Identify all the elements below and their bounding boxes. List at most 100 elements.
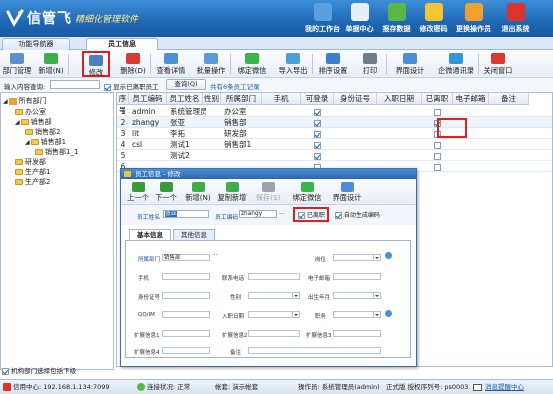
top-button-exit[interactable]: 退出系统: [497, 2, 534, 36]
column-header[interactable]: 电子邮箱: [453, 93, 489, 105]
tree-item[interactable]: 销售部1_1: [35, 148, 78, 157]
cell-resigned[interactable]: [422, 106, 453, 117]
tree-item[interactable]: 销售部2: [25, 128, 60, 137]
toolbar-button-batch[interactable]: 批量操作: [194, 51, 228, 77]
table-row[interactable]: 3 lit 李拓 研发部: [117, 128, 552, 139]
query-button[interactable]: 查询(Q): [166, 79, 206, 90]
cell-login[interactable]: [301, 128, 334, 139]
toolbar-button-sort[interactable]: 排序设置: [316, 51, 350, 77]
column-header[interactable]: 可登录: [301, 93, 334, 105]
top-button-lock[interactable]: 修改密码: [415, 2, 452, 36]
top-button-save-data[interactable]: 报存数据: [378, 2, 415, 36]
top-button-user[interactable]: 更换操作员: [455, 2, 492, 36]
dialog-button-add[interactable]: 新增(N): [183, 180, 213, 204]
search-input[interactable]: [50, 80, 100, 89]
position-select[interactable]: [333, 254, 381, 261]
duty-select[interactable]: [333, 311, 381, 318]
email-input[interactable]: [333, 273, 381, 280]
remark-input[interactable]: [248, 347, 381, 354]
toolbar-button-import-export[interactable]: 导入导出: [276, 51, 310, 77]
include-sub-checkbox[interactable]: 机构部门选择包括下级: [2, 365, 76, 375]
toolbar-button-close-window[interactable]: 关闭窗口: [480, 51, 516, 77]
column-header[interactable]: 已离职: [422, 93, 453, 105]
table-row[interactable]: 1 admin 系统管理员 办公室: [117, 106, 552, 117]
cell-login[interactable]: [301, 150, 334, 161]
toolbar-button-department[interactable]: 部门管理: [2, 51, 32, 77]
cell-resigned[interactable]: [422, 161, 453, 172]
tab-other-info[interactable]: 其他信息: [173, 229, 215, 240]
dialog-button-prev[interactable]: 上一个: [125, 180, 151, 204]
toolbar-button-print[interactable]: 打印: [356, 51, 384, 77]
column-header[interactable]: 身份证号: [334, 93, 377, 105]
column-header[interactable]: 员工姓名: [167, 93, 203, 105]
tree-item[interactable]: ◢ 销售部: [15, 118, 52, 127]
dialog-button-next[interactable]: 下一个: [153, 180, 179, 204]
toolbar-button-add[interactable]: 新增(N): [36, 51, 66, 77]
tree-item[interactable]: ◢ 所有部门: [3, 97, 47, 106]
ext4-input[interactable]: [162, 347, 210, 354]
folder-icon: [15, 179, 23, 185]
show-deactivated-checkbox[interactable]: 显示已离职员工: [104, 81, 159, 91]
column-header[interactable]: 序号: [117, 93, 129, 115]
table-row[interactable]: 4 csl 测试1 销售部1: [117, 139, 552, 150]
idcard-input[interactable]: [162, 292, 210, 299]
cell-resigned[interactable]: [422, 139, 453, 150]
top-button-monitor[interactable]: 我的工作台: [304, 2, 341, 36]
position-info-icon[interactable]: [385, 252, 392, 259]
tree-item[interactable]: 办公室: [15, 108, 46, 117]
tab-employee-info[interactable]: 员工信息: [86, 38, 158, 50]
name-input[interactable]: 张亚: [163, 210, 209, 218]
toolbar-button-design[interactable]: 界面设计: [392, 51, 428, 77]
birthday-select[interactable]: [333, 292, 381, 299]
expand-icon[interactable]: ◢: [15, 119, 20, 126]
column-header[interactable]: 备注: [489, 93, 529, 105]
ext2-input[interactable]: [248, 330, 300, 337]
ext3-input[interactable]: [333, 330, 381, 337]
dept-input[interactable]: 销售部: [162, 254, 210, 261]
ext1-input[interactable]: [162, 330, 210, 337]
dept-picker-button[interactable]: ···: [212, 252, 218, 259]
phone-input[interactable]: [162, 273, 210, 280]
column-header[interactable]: 员工编码: [129, 93, 167, 105]
column-header[interactable]: 所属部门: [221, 93, 262, 105]
tree-item[interactable]: 研发部: [15, 158, 46, 167]
top-button-documents[interactable]: 单据中心: [341, 2, 378, 36]
message-center-link[interactable]: 消息提醒中心: [485, 380, 524, 394]
tree-item[interactable]: 生产部1: [15, 168, 50, 177]
tree-item[interactable]: 生产部2: [15, 178, 50, 187]
expand-icon[interactable]: ◢: [3, 98, 8, 105]
search-label: 输入内容查询:: [4, 83, 46, 91]
column-header[interactable]: 入职日期: [377, 93, 422, 105]
auto-code-checkbox[interactable]: 自动生成编码: [335, 210, 380, 219]
table-row[interactable]: 2zhangy张亚销售部▸: [117, 117, 552, 128]
cell-login[interactable]: [301, 106, 334, 117]
gender-select[interactable]: [248, 292, 300, 299]
expand-icon[interactable]: ◢: [25, 139, 30, 146]
toolbar-button-wechat[interactable]: 绑定微信: [234, 51, 270, 77]
column-header[interactable]: 手机: [262, 93, 301, 105]
table-row[interactable]: 5 测试2: [117, 150, 552, 161]
tree-item[interactable]: ◢ 销售部1: [25, 138, 66, 147]
code-input[interactable]: zhangy: [239, 210, 277, 218]
toolbar-button-delete[interactable]: 删除(D): [118, 51, 148, 77]
toolbar-button-details[interactable]: 查看详情: [154, 51, 188, 77]
hire-date-select[interactable]: [248, 311, 300, 318]
cell-login[interactable]: [301, 117, 334, 128]
cell-login[interactable]: [301, 139, 334, 150]
toolbar-button-edit[interactable]: 修改(M): [82, 51, 110, 87]
code-picker-button[interactable]: ···: [279, 211, 285, 218]
contact-input[interactable]: [248, 273, 300, 280]
resigned-checkbox[interactable]: 已离职: [298, 210, 325, 219]
tab-basic-info[interactable]: 基本信息: [129, 229, 171, 240]
dialog-button-copy-add[interactable]: 复制新增: [215, 180, 249, 204]
toolbar-label: 部门管理: [2, 66, 32, 75]
cell-resigned[interactable]: [422, 150, 453, 161]
toolbar-button-contacts[interactable]: 企微通讯录: [436, 51, 476, 77]
column-header[interactable]: 性别: [203, 93, 221, 105]
dialog-button-design[interactable]: 界面设计: [329, 180, 365, 204]
qq-input[interactable]: [162, 311, 210, 318]
dialog-button-wechat[interactable]: 绑定微信: [289, 180, 325, 204]
dialog-button-save[interactable]: 保存(S): [253, 180, 283, 204]
duty-info-icon[interactable]: [385, 310, 392, 317]
tab-function-navigator[interactable]: 功能导航器: [2, 38, 70, 50]
